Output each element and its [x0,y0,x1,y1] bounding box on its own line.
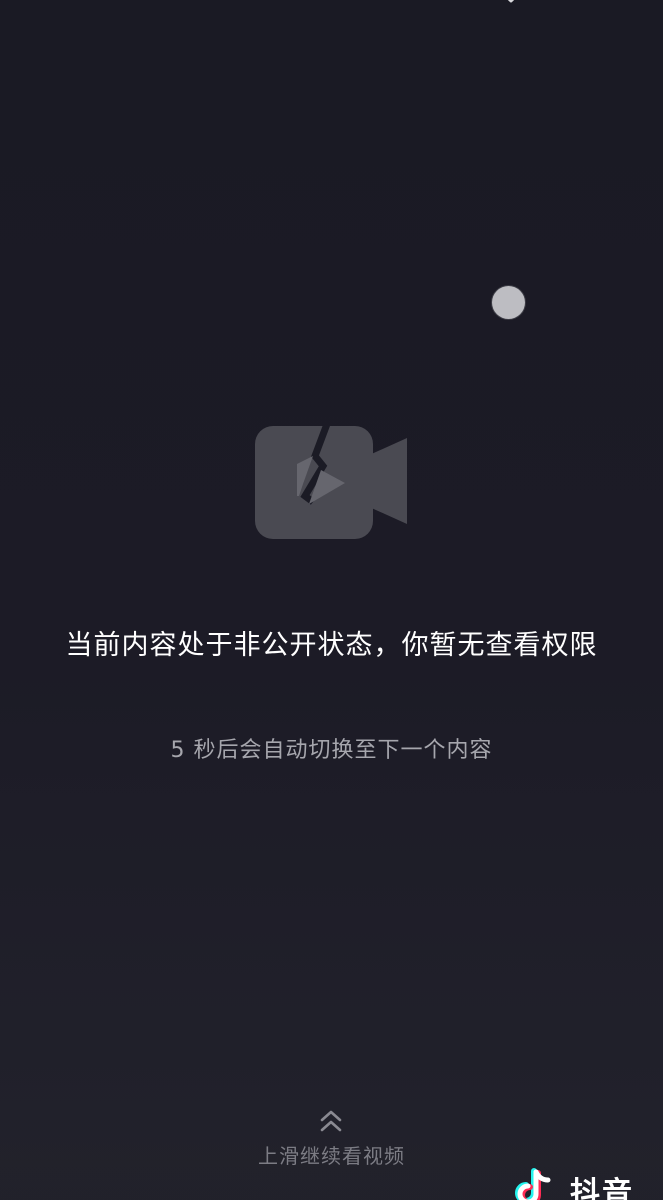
auto-switch-countdown: 5 秒后会自动切换至下一个内容 [170,738,493,763]
brand-watermark: 抖音 [514,1166,663,1200]
chevron-icon [507,0,515,3]
video-unavailable-icon [255,426,407,539]
private-content-message: 当前内容处于非公开状态，你暂无查看权限 [65,630,598,661]
video-player-screen[interactable]: 当前内容处于非公开状态，你暂无查看权限 5 秒后会自动切换至下一个内容 上滑继续… [0,0,663,1200]
touch-indicator [492,286,525,319]
double-chevron-up-icon [320,1110,342,1132]
brand-name: 抖音 [570,1176,634,1200]
douyin-logo-icon [515,1168,551,1200]
